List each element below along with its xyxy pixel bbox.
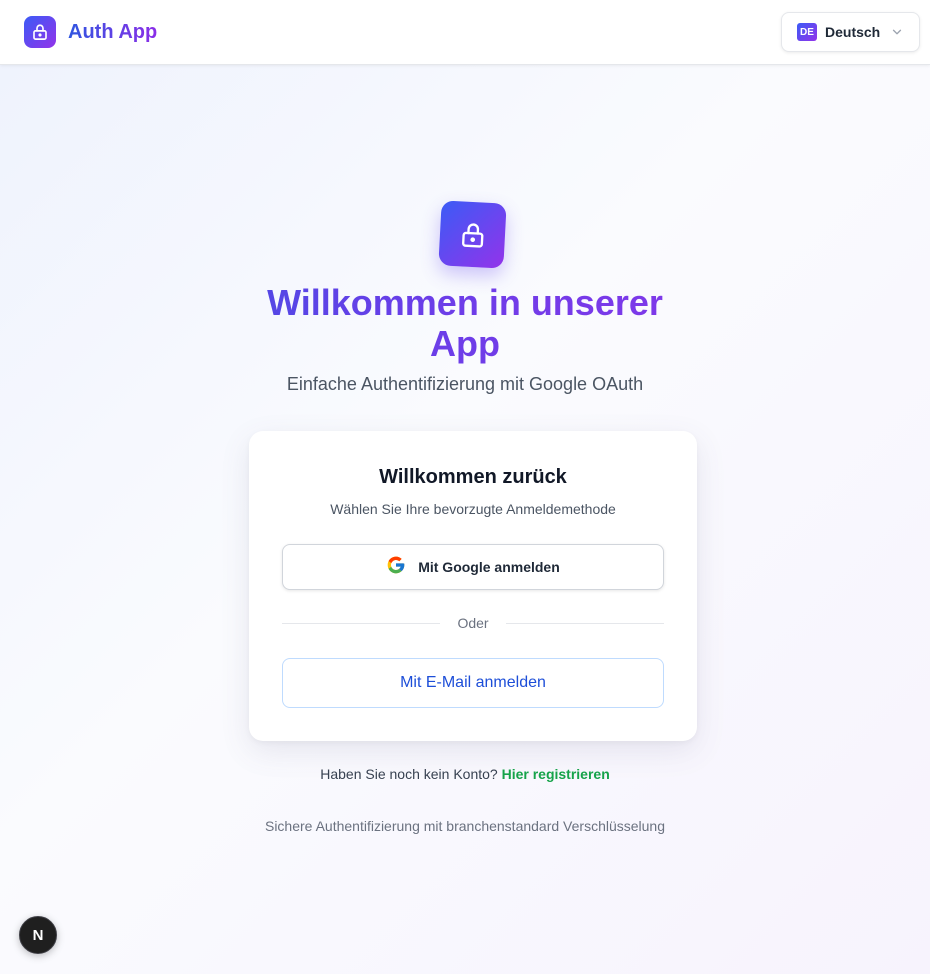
register-prompt-text: Haben Sie noch kein Konto?	[320, 766, 498, 782]
register-link[interactable]: Hier registrieren	[502, 766, 610, 782]
card-title: Willkommen zurück	[379, 466, 567, 488]
hero-title: Willkommen in unserer App	[0, 282, 930, 364]
login-card: Willkommen zurück Wählen Sie Ihre bevorz…	[249, 431, 697, 741]
divider-line-right	[506, 623, 664, 624]
top-navigation-bar: Auth App DE Deutsch	[0, 0, 930, 65]
brand-title: Auth App	[68, 20, 158, 43]
google-login-label: Mit Google anmelden	[418, 559, 560, 575]
security-note: Sichere Authentifizierung mit branchenst…	[264, 818, 666, 834]
lock-icon	[438, 200, 507, 269]
language-flag-badge: DE	[797, 23, 817, 41]
dev-tools-badge[interactable]: N	[19, 916, 57, 954]
register-prompt-row: Haben Sie noch kein Konto? Hier registri…	[0, 766, 930, 782]
google-login-button[interactable]: Mit Google anmelden	[282, 544, 664, 590]
brand[interactable]: Auth App	[24, 16, 157, 48]
svg-text:N: N	[33, 927, 44, 944]
card-subtitle: Wählen Sie Ihre bevorzugte Anmeldemethod…	[330, 501, 616, 517]
email-login-button[interactable]: Mit E-Mail anmelden	[282, 658, 664, 708]
hero-subtitle: Einfache Authentifizierung mit Google OA…	[286, 374, 644, 394]
divider-line-left	[282, 623, 440, 624]
divider-label: Oder	[457, 615, 489, 631]
chevron-down-icon	[890, 25, 904, 39]
google-icon	[386, 555, 406, 580]
lock-icon	[24, 16, 56, 48]
language-label: Deutsch	[825, 24, 881, 40]
language-selector[interactable]: DE Deutsch	[781, 12, 920, 52]
n-logo-icon: N	[33, 927, 44, 944]
